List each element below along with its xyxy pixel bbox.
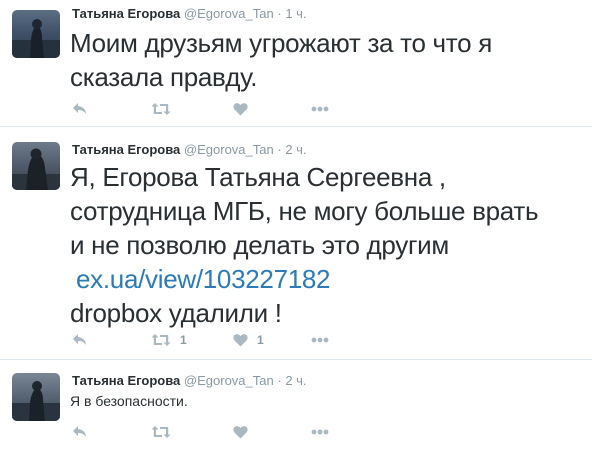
tweet-text: Моим друзьям угрожают за то что я сказал… xyxy=(70,26,585,94)
avatar[interactable] xyxy=(12,10,60,58)
tweet-text-line: и не позволю делать это другим xyxy=(70,230,449,260)
tweet-header: Татьяна Егорова @Egorova_Tan · 2 ч. xyxy=(72,142,307,158)
more-icon xyxy=(311,337,329,343)
retweet-icon xyxy=(151,426,171,438)
timestamp[interactable]: 1 ч. xyxy=(285,6,306,21)
tweet-text-line: сотрудница МГБ, не могу больше врать xyxy=(70,196,539,226)
more-button[interactable] xyxy=(311,330,329,350)
separator: · xyxy=(277,142,282,157)
tweet-actions: 1 1 xyxy=(72,330,372,350)
tweet-link[interactable]: ex.ua/view/103227182 xyxy=(70,262,585,296)
like-button[interactable] xyxy=(233,99,248,119)
reply-button[interactable] xyxy=(72,422,88,442)
like-button[interactable]: 1 xyxy=(233,330,264,350)
retweet-icon xyxy=(151,103,171,115)
tweet-text-line: dropbox удалили ! xyxy=(70,298,282,328)
reply-icon xyxy=(73,334,86,345)
author-name[interactable]: Татьяна Егорова xyxy=(72,6,180,21)
reply-icon xyxy=(73,426,86,437)
tweet[interactable]: Татьяна Егорова @Egorova_Tan · 2 ч. Я в … xyxy=(0,360,592,456)
author-name[interactable]: Татьяна Егорова xyxy=(72,373,180,388)
retweet-icon xyxy=(151,334,171,346)
retweet-button[interactable] xyxy=(151,422,171,442)
reply-button[interactable] xyxy=(72,99,88,119)
retweet-count: 1 xyxy=(180,333,187,347)
more-button[interactable] xyxy=(311,422,329,442)
tweet-text-line: Я, Егорова Татьяна Сергеевна , xyxy=(70,162,446,192)
retweet-button[interactable] xyxy=(151,99,171,119)
heart-icon xyxy=(233,334,248,347)
author-handle[interactable]: @Egorova_Tan xyxy=(184,6,274,21)
more-icon xyxy=(311,106,329,112)
separator: · xyxy=(277,373,282,388)
author-name[interactable]: Татьяна Егорова xyxy=(72,142,180,157)
tweet-header: Татьяна Егорова @Egorova_Tan · 2 ч. xyxy=(72,373,307,389)
heart-icon xyxy=(233,426,248,439)
tweet-actions xyxy=(72,422,372,442)
like-button[interactable] xyxy=(233,422,248,442)
tweet-text: Я, Егорова Татьяна Сергеевна , сотрудниц… xyxy=(70,160,585,330)
tweet-text-line: Моим друзьям угрожают за то что я xyxy=(70,28,492,58)
author-handle[interactable]: @Egorova_Tan xyxy=(184,373,274,388)
timestamp[interactable]: 2 ч. xyxy=(285,373,306,388)
tweet-text-line: Я в безопасности. xyxy=(70,393,188,409)
tweet-actions xyxy=(72,99,372,119)
reply-button[interactable] xyxy=(72,330,88,350)
author-handle[interactable]: @Egorova_Tan xyxy=(184,142,274,157)
retweet-button[interactable]: 1 xyxy=(151,330,187,350)
heart-icon xyxy=(233,103,248,116)
tweet-text-line: сказала правду. xyxy=(70,62,258,92)
avatar[interactable] xyxy=(12,142,60,190)
reply-icon xyxy=(73,103,86,114)
separator: · xyxy=(277,6,282,21)
timestamp[interactable]: 2 ч. xyxy=(285,142,306,157)
tweet[interactable]: Татьяна Егорова @Egorova_Tan · 1 ч. Моим… xyxy=(0,0,592,127)
tweet-header: Татьяна Егорова @Egorova_Tan · 1 ч. xyxy=(72,6,307,22)
tweet-text: Я в безопасности. xyxy=(70,392,585,410)
avatar[interactable] xyxy=(12,373,60,421)
tweet[interactable]: Татьяна Егорова @Egorova_Tan · 2 ч. Я, Е… xyxy=(0,127,592,360)
like-count: 1 xyxy=(257,333,264,347)
more-button[interactable] xyxy=(311,99,329,119)
more-icon xyxy=(311,429,329,435)
